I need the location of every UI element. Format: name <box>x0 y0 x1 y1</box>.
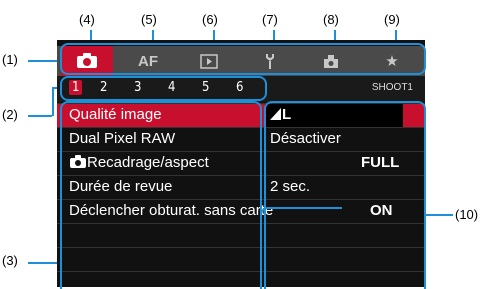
leader-2-v <box>52 87 54 116</box>
callout-10: (10) <box>455 207 479 222</box>
callout-3: (3) <box>2 253 18 268</box>
callout-4: (4) <box>79 12 95 27</box>
leader-2 <box>28 115 52 117</box>
page-id: SHOOT1 <box>371 82 413 93</box>
outline-label-extend <box>260 207 342 289</box>
callout-6: (6) <box>202 12 218 27</box>
outline-pages <box>60 76 267 101</box>
callout-5: (5) <box>141 12 157 27</box>
callout-1: (1) <box>2 52 18 67</box>
callout-8: (8) <box>323 12 339 27</box>
outline-items <box>60 101 262 289</box>
outline-tabs <box>60 43 426 75</box>
callout-7: (7) <box>262 12 278 27</box>
leader-10 <box>425 214 453 216</box>
callout-2: (2) <box>2 107 18 122</box>
callout-9: (9) <box>384 12 400 27</box>
